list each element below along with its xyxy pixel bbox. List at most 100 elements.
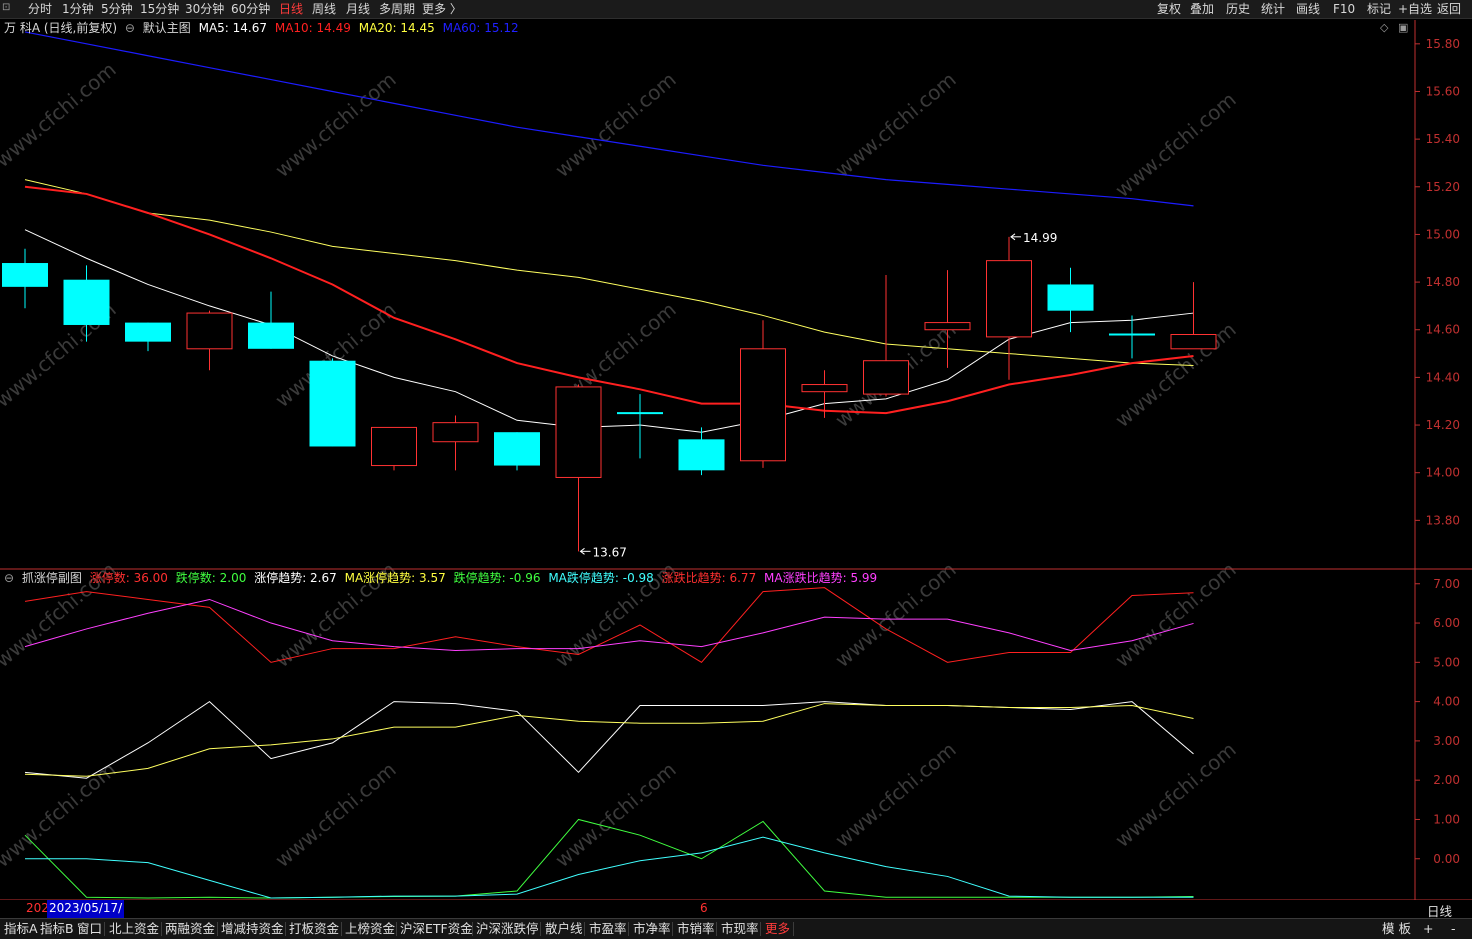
candle-body [863, 360, 909, 395]
tab-etf-funds[interactable]: 沪深ETF资金 [400, 919, 473, 939]
diamond-icon[interactable]: ◇ [1380, 21, 1388, 34]
sub-switch-icon[interactable]: ⊖ [4, 571, 14, 585]
y-tick-label: 14.20 [1426, 418, 1460, 432]
tab-margin[interactable]: 两融资金 [165, 919, 215, 939]
ma-ratio-trend: MA涨跌比趋势: 5.99 [764, 571, 878, 585]
candle [555, 384, 602, 552]
y-tick-label: 14.00 [1426, 466, 1460, 480]
tab-indicator-b[interactable]: 指标B [40, 919, 74, 939]
watermark-text: www.cfchi.com [1110, 737, 1240, 852]
candle [371, 426, 417, 471]
watermark-text: www.cfchi.com [1110, 557, 1240, 672]
candle-body [555, 386, 602, 478]
candle [494, 432, 540, 471]
y-tick-label: 1.00 [1433, 812, 1460, 826]
window-icon[interactable]: ▣ [1398, 21, 1408, 34]
dt-trend: 跌停趋势: -0.96 [453, 571, 541, 585]
y-tick-label: 15.80 [1426, 37, 1460, 51]
chart-frames [0, 20, 1472, 900]
watermark-text: www.cfchi.com [830, 67, 960, 182]
ma-zt-trend: MA涨停趋势: 3.57 [344, 571, 446, 585]
tab-holdings-change[interactable]: 增减持资金 [221, 919, 284, 939]
y-tick-label: 15.20 [1426, 180, 1460, 194]
candle [617, 394, 663, 459]
y-tick-label: 15.60 [1426, 84, 1460, 98]
zt-trend: 涨停趋势: 2.67 [254, 571, 337, 585]
ma20-value: MA20: 14.45 [358, 21, 435, 35]
candle-body [494, 432, 540, 466]
candle-body [248, 322, 294, 349]
candle [2, 248, 48, 309]
y-tick-label: 14.60 [1426, 323, 1460, 337]
ma10-value: MA10: 14.49 [274, 21, 351, 35]
tab-retail-line[interactable]: 散户线 [545, 919, 583, 939]
ma60-value: MA60: 15.12 [442, 21, 519, 35]
tab-ps[interactable]: 市销率 [677, 919, 715, 939]
candle [986, 236, 1032, 380]
price-annotation: 13.67 [579, 545, 627, 559]
zoom-out-button[interactable]: - [1451, 919, 1456, 939]
tab-limit-stats[interactable]: 沪深涨跌停 [476, 919, 539, 939]
watermark-text: www.cfchi.com [550, 757, 680, 872]
chart-switch-icon[interactable]: ⊖ [125, 21, 135, 35]
y-tick-label: 14.40 [1426, 370, 1460, 384]
watermark-text: www.cfchi.com [1110, 87, 1240, 202]
zoom-in-button[interactable]: + [1423, 919, 1433, 939]
candle-body [740, 348, 786, 462]
candle [125, 322, 171, 352]
price-annotations: 14.99 13.67 [579, 231, 1057, 559]
y-tick-label: 15.00 [1426, 227, 1460, 241]
date-prefix: 202 [26, 901, 49, 915]
template-button[interactable]: 模 板 [1382, 919, 1411, 939]
y-tick-label: 3.00 [1433, 734, 1460, 748]
tab-limit-up-funds[interactable]: 打板资金 [289, 919, 339, 939]
series-line [25, 836, 1194, 899]
candle-body [186, 312, 233, 350]
tab-billboard-funds[interactable]: 上榜资金 [345, 919, 395, 939]
y-tick-label: 2.00 [1433, 773, 1460, 787]
y-tick-label: 6.00 [1433, 616, 1460, 630]
bottom-toolbar: 指标A 指标B 窗口 北上资金 两融资金 增减持资金 打板资金 上榜资金 沪深E… [0, 918, 1472, 939]
y-tick-label: 4.00 [1433, 695, 1460, 709]
candle-body [678, 439, 725, 471]
tab-pcf[interactable]: 市现率 [721, 919, 759, 939]
y-tick-label: 13.80 [1426, 513, 1460, 527]
candle [1109, 315, 1155, 359]
ma5-value: MA5: 14.67 [198, 21, 268, 35]
zt-count: 涨停数: 36.00 [89, 571, 168, 585]
tab-northbound[interactable]: 北上资金 [109, 919, 159, 939]
chart-name[interactable]: 默认主图 [143, 21, 191, 35]
main-legend: 万 科A (日线,前复权) ⊖ 默认主图 MA5: 14.67 MA10: 14… [4, 21, 523, 36]
tab-window[interactable]: 窗口 [77, 919, 102, 939]
candle [186, 310, 233, 371]
candle [1170, 282, 1217, 350]
sub-legend: ⊖ 抓涨停副图 涨停数: 36.00 跌停数: 2.00 涨停趋势: 2.67 … [4, 571, 881, 586]
y-tick-label: 0.00 [1433, 852, 1460, 866]
series-line [24, 703, 1194, 777]
watermark-text: www.cfchi.com [0, 57, 121, 172]
tab-indicator-a[interactable]: 指标A [4, 919, 38, 939]
candle [1047, 267, 1094, 333]
series-line [24, 700, 1194, 779]
annotation-label: 13.67 [593, 545, 627, 559]
y-tick-label: 15.40 [1426, 132, 1460, 146]
candle-body [801, 384, 848, 393]
kline-chart[interactable]: www.cfchi.com www.cfchi.com www.cfchi.com w… [0, 0, 1472, 900]
y-tick-label: 5.00 [1433, 655, 1460, 669]
ratio-trend: 涨跌比趋势: 6.77 [661, 571, 757, 585]
y-axis-labels: 15.80 15.60 15.40 15.20 15.00 14.80 14.60 14.40… [1415, 37, 1460, 866]
candle [309, 358, 356, 447]
candle-body [309, 360, 356, 447]
watermark-text: www.cfchi.com [270, 67, 400, 182]
candle-body [63, 279, 110, 325]
tab-pb[interactable]: 市净率 [633, 919, 671, 939]
candle [740, 320, 786, 468]
y-tick-label: 14.80 [1426, 275, 1460, 289]
candle-body [125, 322, 171, 342]
sub-title[interactable]: 抓涨停副图 [22, 571, 82, 585]
candle [678, 427, 725, 476]
tab-pe[interactable]: 市盈率 [589, 919, 627, 939]
candles [2, 236, 1217, 552]
tab-more-bottom[interactable]: 更多 [765, 919, 790, 939]
ma-dt-trend: MA跌停趋势: -0.98 [548, 571, 654, 585]
